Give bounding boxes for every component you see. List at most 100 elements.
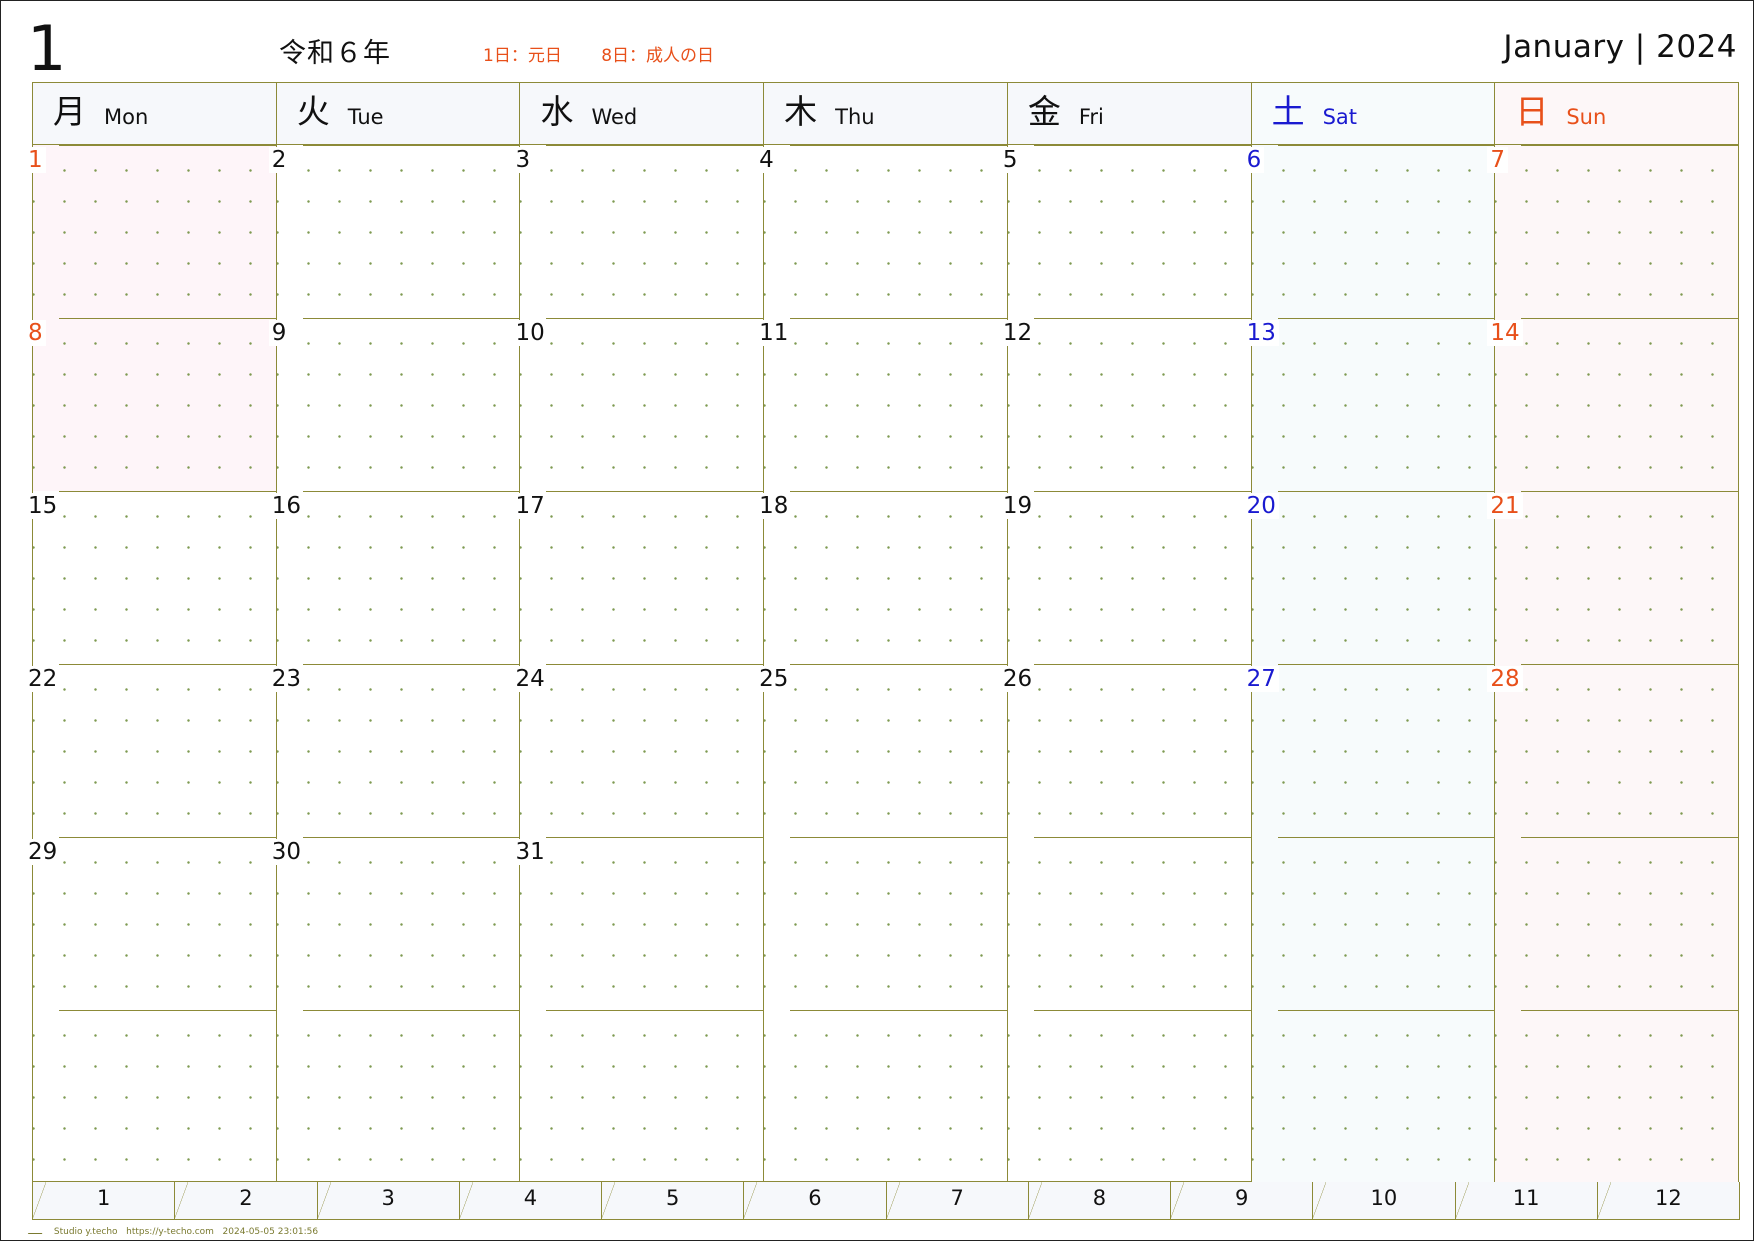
- month-tab[interactable]: 3: [316, 1182, 460, 1220]
- day-number: 19: [999, 493, 1036, 519]
- day-cell[interactable]: 26: [999, 664, 1252, 837]
- day-cell[interactable]: 31: [512, 837, 765, 1010]
- day-cell[interactable]: 19: [999, 491, 1252, 664]
- week-row: 1 2 3 4 5 6 7: [25, 145, 1739, 318]
- day-cell[interactable]: 9: [268, 318, 521, 491]
- day-cell[interactable]: [1251, 837, 1496, 1010]
- day-divider: [1277, 491, 1495, 492]
- week-row: [33, 1010, 1739, 1183]
- day-cell[interactable]: [1007, 1010, 1252, 1183]
- day-number: 24: [512, 666, 548, 692]
- day-cell[interactable]: 11: [756, 318, 1008, 491]
- weekday-fri: 金 Fri: [1007, 83, 1252, 144]
- month-tab[interactable]: 8: [1027, 1182, 1171, 1220]
- month-tab[interactable]: 12: [1596, 1182, 1740, 1220]
- month-tab[interactable]: 2: [174, 1182, 318, 1220]
- day-cell[interactable]: 22: [25, 664, 277, 837]
- day-number: 2: [268, 147, 290, 173]
- month-tab[interactable]: 5: [601, 1182, 745, 1220]
- day-cell[interactable]: 27: [1243, 664, 1496, 837]
- day-cell[interactable]: 8: [25, 318, 277, 491]
- day-number: 9: [268, 320, 290, 346]
- day-cell[interactable]: [764, 1010, 1008, 1183]
- day-number: 15: [25, 493, 61, 519]
- day-cell[interactable]: 12: [999, 318, 1252, 491]
- month-tab[interactable]: 7: [885, 1182, 1029, 1220]
- day-cell[interactable]: 3: [512, 145, 765, 318]
- week-rows: 1 2 3 4 5 6 7 8 9 10 11 12 13 14 15 16 17 18 19 20 21 22 23 24 2…: [25, 145, 1739, 1183]
- day-number: 26: [999, 666, 1036, 692]
- day-cell[interactable]: 6: [1243, 145, 1496, 318]
- day-number: 6: [1243, 147, 1265, 173]
- day-cell[interactable]: [520, 1010, 765, 1183]
- weekday-jp: 木: [784, 92, 818, 131]
- day-cell[interactable]: 29: [25, 837, 277, 1010]
- day-divider: [1277, 318, 1495, 319]
- month-tab[interactable]: 11: [1454, 1182, 1598, 1220]
- weekday-jp: 日: [1515, 92, 1549, 131]
- day-divider: [1033, 491, 1251, 492]
- day-divider: [302, 491, 520, 492]
- day-cell[interactable]: 17: [512, 491, 765, 664]
- day-cell[interactable]: 4: [756, 145, 1008, 318]
- day-cell[interactable]: 24: [512, 664, 765, 837]
- day-divider: [1033, 664, 1251, 665]
- week-row: 8 9 10 11 12 13 14: [25, 318, 1739, 491]
- day-number: 12: [999, 320, 1036, 346]
- day-cell[interactable]: 10: [512, 318, 765, 491]
- footer-url[interactable]: https://y-techo.com: [126, 1227, 214, 1237]
- day-cell[interactable]: 30: [268, 837, 521, 1010]
- day-cell[interactable]: [33, 1010, 277, 1183]
- weekday-en: Mon: [104, 105, 149, 129]
- day-cell[interactable]: 18: [756, 491, 1008, 664]
- day-cell[interactable]: 2: [268, 145, 521, 318]
- day-divider: [302, 145, 520, 146]
- month-year-title: January | 2024: [1503, 29, 1737, 65]
- day-divider: [546, 664, 764, 665]
- weekday-jp: 金: [1027, 92, 1061, 131]
- day-cell[interactable]: [276, 1010, 521, 1183]
- day-divider: [1277, 837, 1495, 838]
- day-cell[interactable]: [1495, 837, 1739, 1010]
- day-cell[interactable]: 13: [1243, 318, 1496, 491]
- weekday-mon: 月 Mon: [33, 83, 277, 144]
- day-divider: [1277, 1010, 1495, 1011]
- day-cell[interactable]: [1495, 1010, 1739, 1183]
- weekday-sat: 土 Sat: [1251, 83, 1496, 144]
- day-number: 25: [756, 666, 792, 692]
- day-cell[interactable]: 14: [1487, 318, 1739, 491]
- day-cell[interactable]: 20: [1243, 491, 1496, 664]
- day-number: 1: [25, 147, 46, 173]
- day-cell[interactable]: 5: [999, 145, 1252, 318]
- day-number: 17: [512, 493, 548, 519]
- month-number: 1: [27, 12, 67, 85]
- day-divider: [302, 664, 520, 665]
- month-tab[interactable]: 10: [1312, 1182, 1456, 1220]
- day-cell[interactable]: 28: [1487, 664, 1739, 837]
- day-divider: [1521, 1010, 1739, 1011]
- day-cell[interactable]: [1007, 837, 1252, 1010]
- day-cell[interactable]: 16: [268, 491, 521, 664]
- day-number: 18: [756, 493, 792, 519]
- day-divider: [790, 664, 1007, 665]
- day-cell[interactable]: 15: [25, 491, 277, 664]
- month-tab[interactable]: 4: [458, 1182, 602, 1220]
- weekday-en: Thu: [835, 105, 875, 129]
- weekday-tue: 火 Tue: [276, 83, 521, 144]
- day-cell[interactable]: 1: [25, 145, 277, 318]
- day-number: 27: [1243, 666, 1279, 692]
- day-number: 8: [25, 320, 46, 346]
- day-cell[interactable]: 25: [756, 664, 1008, 837]
- day-divider: [1033, 1010, 1251, 1011]
- day-number: 10: [512, 320, 548, 346]
- day-cell[interactable]: 7: [1487, 145, 1739, 318]
- day-cell[interactable]: [1251, 1010, 1496, 1183]
- month-tab[interactable]: 6: [743, 1182, 887, 1220]
- day-number: 11: [756, 320, 792, 346]
- holiday-notes: 1日：元日 8日：成人の日: [483, 41, 748, 66]
- day-cell[interactable]: 23: [268, 664, 521, 837]
- month-tab[interactable]: 1: [32, 1182, 176, 1220]
- day-cell[interactable]: [764, 837, 1008, 1010]
- day-cell[interactable]: 21: [1487, 491, 1739, 664]
- month-tab[interactable]: 9: [1170, 1182, 1314, 1220]
